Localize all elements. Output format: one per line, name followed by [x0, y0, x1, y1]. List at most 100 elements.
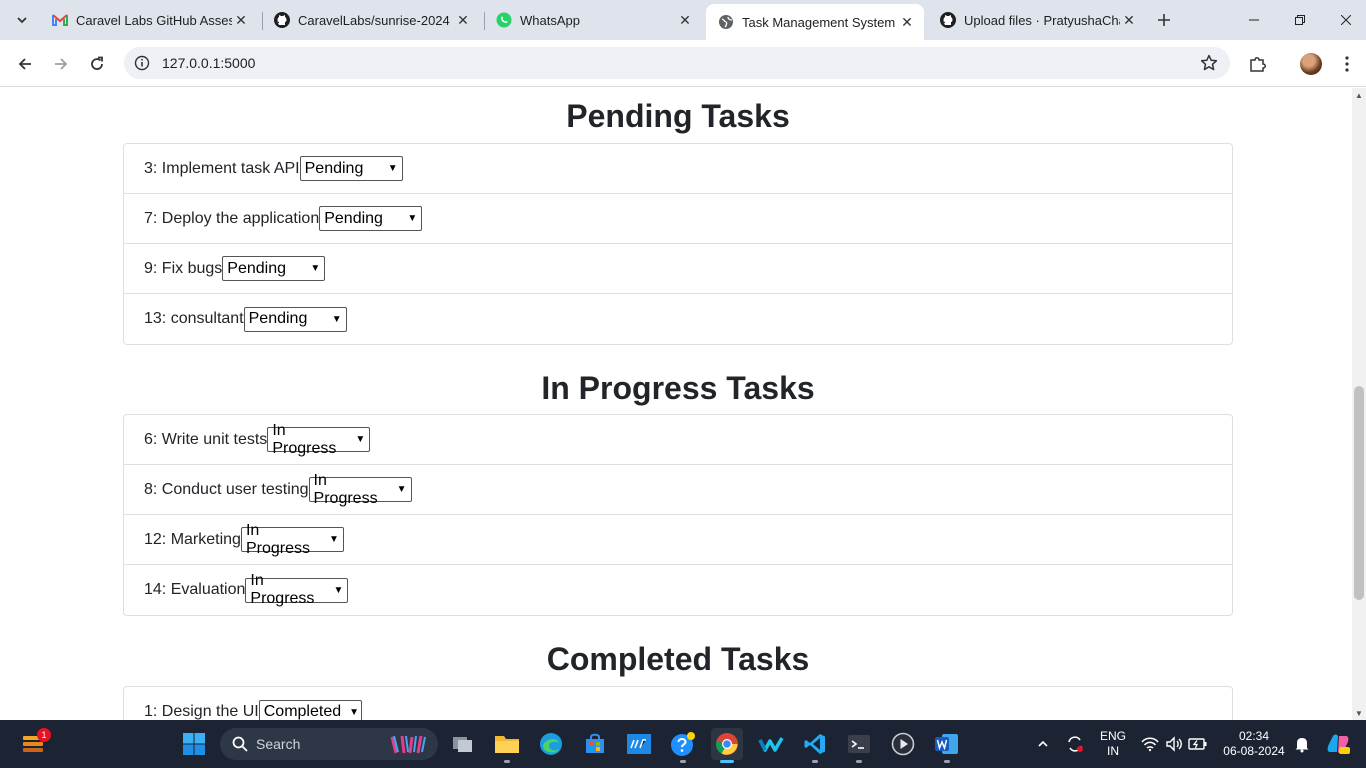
- status-value: In Progress: [250, 572, 315, 607]
- copilot-icon: [1327, 734, 1350, 754]
- volume-icon: [1166, 736, 1182, 752]
- task-label: 3: Implement task API: [144, 159, 300, 177]
- clock[interactable]: 02:34 06-08-2024: [1218, 729, 1290, 759]
- battery-status[interactable]: [1182, 728, 1214, 760]
- edge-button[interactable]: [535, 728, 567, 760]
- windows-taskbar: 1 Search ENG IN 02:34 06-08-2024: [0, 720, 1366, 768]
- help-icon: [671, 732, 695, 756]
- chevron-down-icon: ▼: [355, 434, 366, 445]
- profile-button[interactable]: [1297, 50, 1325, 78]
- back-button[interactable]: [11, 50, 39, 78]
- github-icon: [940, 12, 956, 28]
- store-icon: [586, 733, 604, 753]
- chevron-down-icon: ▼: [407, 213, 418, 224]
- terminal-button[interactable]: [843, 728, 875, 763]
- chevron-down-icon: ▼: [329, 534, 339, 545]
- close-window-button[interactable]: [1323, 0, 1366, 40]
- browser-toolbar: 127.0.0.1:5000: [0, 40, 1366, 87]
- tab-gmail[interactable]: Caravel Labs GitHub Assessm ✕: [40, 6, 258, 34]
- vscode-button[interactable]: [799, 728, 831, 763]
- battery-charging-icon: [1188, 738, 1207, 750]
- sync-status-button[interactable]: [1059, 728, 1091, 760]
- task-item: 8: Conduct user testing In Progress ▼: [124, 465, 1232, 515]
- myhp-button[interactable]: [623, 728, 655, 760]
- chrome-icon: [716, 733, 738, 755]
- status-value: In Progress: [313, 471, 378, 507]
- url-text[interactable]: 127.0.0.1:5000: [162, 55, 255, 71]
- webex-icon: [758, 737, 784, 752]
- scroll-down-arrow-icon[interactable]: ▼: [1352, 706, 1366, 720]
- chevron-down-icon: ▼: [396, 484, 407, 495]
- task-label: 6: Write unit tests: [144, 430, 268, 448]
- minimize-button[interactable]: [1231, 0, 1277, 40]
- scroll-up-arrow-icon[interactable]: ▲: [1352, 88, 1366, 102]
- start-button[interactable]: [178, 728, 210, 760]
- close-icon[interactable]: ✕: [1120, 11, 1138, 29]
- word-icon: [935, 734, 958, 754]
- close-icon[interactable]: ✕: [898, 13, 916, 31]
- windows-start-icon: [183, 733, 205, 755]
- word-button[interactable]: [931, 728, 963, 763]
- status-select[interactable]: Completed ▼: [258, 699, 362, 720]
- gmail-icon: [52, 12, 68, 28]
- tab-github-sunrise[interactable]: CaravelLabs/sunrise-2024 ✕: [262, 6, 480, 34]
- minimize-icon: [1249, 19, 1259, 21]
- status-select[interactable]: In Progress ▼: [267, 422, 371, 457]
- status-select[interactable]: In Progress ▼: [240, 522, 344, 557]
- close-icon[interactable]: ✕: [454, 11, 472, 29]
- play-icon: [891, 732, 915, 756]
- close-icon[interactable]: ✕: [676, 11, 694, 29]
- show-hidden-icons-button[interactable]: [1027, 728, 1059, 760]
- new-tab-button[interactable]: [1152, 8, 1176, 32]
- copilot-button[interactable]: [1322, 728, 1354, 760]
- info-icon[interactable]: [134, 55, 150, 71]
- status-value: Pending: [227, 259, 286, 277]
- status-select[interactable]: Pending ▼: [299, 156, 403, 181]
- store-button[interactable]: [579, 728, 611, 760]
- help-button[interactable]: [667, 728, 699, 763]
- file-explorer-button[interactable]: [491, 728, 523, 763]
- webex-button[interactable]: [755, 728, 787, 760]
- task-item: 6: Write unit tests In Progress ▼: [124, 415, 1232, 465]
- chrome-button[interactable]: [711, 728, 743, 763]
- tab-whatsapp[interactable]: WhatsApp ✕: [484, 6, 702, 34]
- search-icon: [232, 736, 248, 752]
- task-label: 13: consultant: [144, 310, 244, 327]
- clock-time: 02:34: [1238, 729, 1270, 743]
- taskbar-search[interactable]: Search: [220, 728, 438, 760]
- task-label: 14: Evaluation: [144, 581, 246, 598]
- section-title-pending: Pending Tasks: [566, 98, 790, 134]
- notification-bell-icon: [1295, 738, 1309, 753]
- menu-button[interactable]: [1333, 50, 1361, 78]
- task-item: 13: consultant Pending ▼: [124, 294, 1232, 344]
- notification-badge: 1: [37, 728, 51, 742]
- vertical-scrollbar[interactable]: ▲ ▼: [1352, 88, 1366, 720]
- forward-button[interactable]: [47, 50, 75, 78]
- reload-icon: [91, 56, 103, 70]
- star-icon[interactable]: [1200, 54, 1218, 72]
- reload-button[interactable]: [83, 50, 111, 78]
- arrow-right-icon: [55, 58, 68, 70]
- search-label: Search: [256, 736, 301, 752]
- tab-upload-files[interactable]: Upload files · PratyushaChat ✕: [928, 6, 1146, 34]
- status-select[interactable]: Pending ▼: [222, 256, 326, 281]
- status-select[interactable]: In Progress ▼: [308, 472, 412, 507]
- region-code: IN: [1107, 744, 1119, 758]
- status-select[interactable]: Pending ▼: [319, 206, 423, 231]
- language-indicator[interactable]: ENG IN: [1096, 729, 1130, 759]
- tab-task-management[interactable]: Task Management System ✕: [706, 4, 924, 40]
- media-player-button[interactable]: [887, 728, 919, 760]
- status-select[interactable]: Pending ▼: [243, 306, 347, 332]
- status-select[interactable]: In Progress ▼: [245, 572, 349, 607]
- tab-search-button[interactable]: [8, 8, 36, 32]
- extensions-button[interactable]: [1244, 50, 1272, 78]
- address-bar[interactable]: 127.0.0.1:5000: [124, 47, 1230, 79]
- whatsapp-icon: [496, 12, 512, 28]
- restore-button[interactable]: [1277, 0, 1323, 40]
- close-icon[interactable]: ✕: [232, 11, 250, 29]
- task-view-button[interactable]: [447, 728, 479, 760]
- notifications-button[interactable]: [1286, 728, 1318, 760]
- terminal-icon: [848, 735, 870, 753]
- chevron-down-icon: ▼: [387, 163, 398, 174]
- scroll-thumb[interactable]: [1354, 386, 1364, 600]
